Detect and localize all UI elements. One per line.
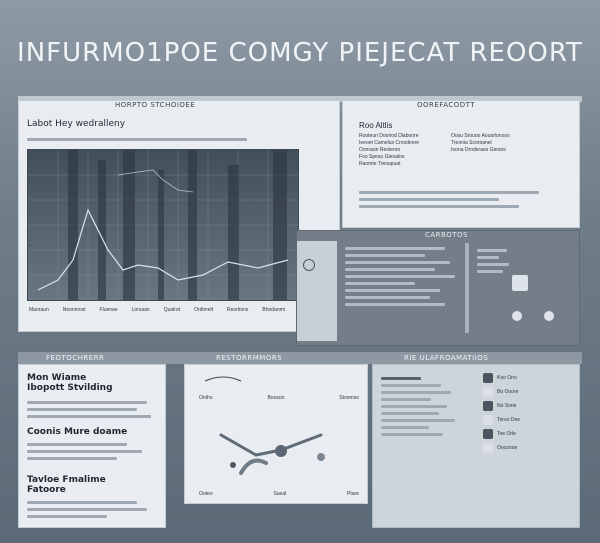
bottom-left-header: FEOTOCHRERR (46, 354, 105, 362)
chart-footer-labels: Maoraun Neonmost Fluenae Lorsaan Qualrot… (29, 307, 285, 313)
right-top-bars (359, 187, 559, 212)
analysis-mid-col (465, 243, 469, 333)
bl-title-2: Ibopott Stvilding (27, 383, 113, 393)
bm-curve (204, 376, 242, 382)
left-tab-label[interactable]: HORPTO STCHOIOEE (115, 101, 195, 109)
bl-title-3: Coonis Mure doame (27, 427, 128, 437)
analysis-icons (512, 275, 572, 321)
analysis-right-rows (477, 245, 517, 277)
right-top-panel: OOREFACODTT Roo Altlis Rooteun Dooriod D… (342, 100, 580, 228)
br-right-column: Koo Ono Bo Ooore No Sorie Toroo Doe Toe … (483, 373, 573, 457)
right-top-list-2: Oosu Srouoo Aouorlonsoo Treonia Scoroane… (451, 133, 510, 153)
analysis-rows (345, 243, 465, 310)
chart-left-labels: • • • (29, 181, 31, 249)
right-top-list: Rooteun Dooriod Dlaboore Ieeoet Camelus … (359, 133, 420, 167)
bm-diagram (219, 433, 325, 475)
status-icon (483, 373, 493, 383)
status-icon (483, 401, 493, 411)
analysis-header: CARBOTOS (425, 231, 468, 239)
status-icon (483, 387, 493, 397)
bottom-right-header: RIE ULAFROAMATIIOS (404, 354, 489, 362)
bottom-left-panel: Mon Wiame Ibopott Stvilding Coonis Mure … (18, 364, 166, 528)
square-icon (512, 275, 528, 291)
bm-labels-top: Ontho Boosoo Stoomso (199, 395, 359, 401)
latest-heading: Labot Hey wedralleny (27, 119, 126, 129)
bl-title-1: Mon Wiame (27, 373, 87, 383)
bottom-right-panel: Koo Ono Bo Ooore No Sorie Toroo Doe Toe … (372, 364, 580, 528)
analysis-left-box (297, 241, 337, 341)
status-icon (483, 443, 493, 453)
circle-icon (512, 311, 522, 321)
bottom-mid-panel: Ontho Boosoo Stoomso Ooteo Sueal Ptare (184, 364, 368, 504)
right-tab-label[interactable]: OOREFACODTT (417, 101, 475, 109)
right-top-heading: Roo Altlis (359, 121, 393, 130)
bm-labels-bottom: Ooteo Sueal Ptare (199, 491, 359, 497)
status-icon (483, 429, 493, 439)
analysis-panel: CARBOTOS (296, 230, 580, 346)
latest-panel: HORPTO STCHOIOEE Labot Hey wedralleny • … (18, 100, 340, 332)
br-left-column (381, 373, 471, 440)
bottom-mid-header: RESTORRMMORS (216, 354, 283, 362)
chart-svg (28, 150, 298, 300)
bl-title-4: Tavloe Fmalime (27, 475, 106, 485)
circle-icon (544, 311, 554, 321)
page-title: INFURMO1POE COMGY PIEJECAT REOORT (17, 38, 583, 68)
status-icon (483, 415, 493, 425)
bl-title-5: Fatoore (27, 485, 66, 495)
chart-area (27, 149, 299, 301)
latest-subtext (27, 134, 257, 145)
